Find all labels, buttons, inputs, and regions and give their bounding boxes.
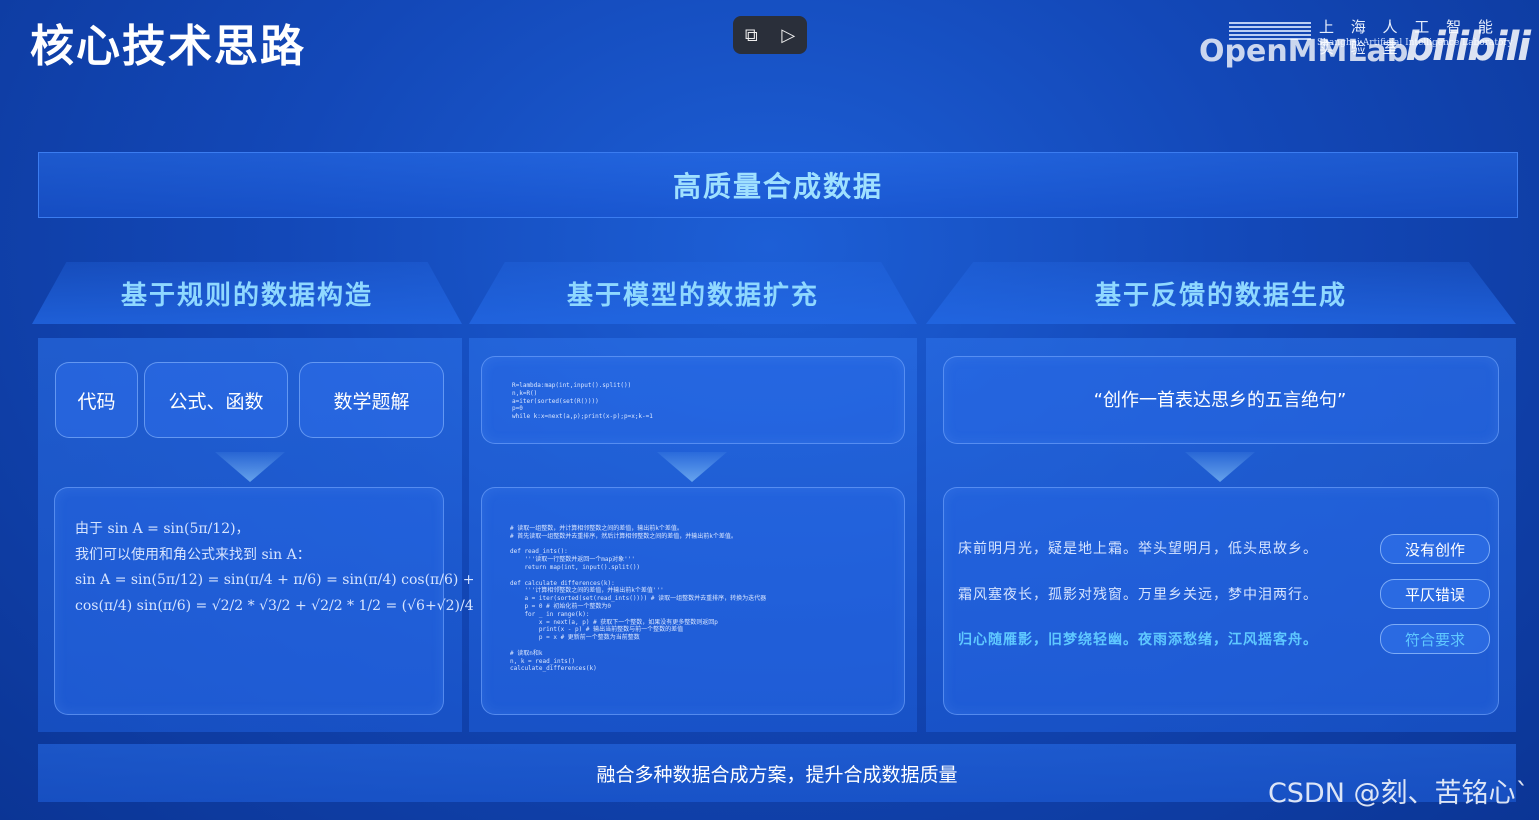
poem-line: 床前明月光，疑是地上霜。举头望明月，低头思故乡。: [958, 541, 1318, 557]
math-solution: 由于 sin A = sin(5π/12)， 我们可以使用和角公式来找到 sin…: [75, 521, 475, 614]
chip-formula: 公式、函数: [144, 362, 288, 438]
column-header-model: 基于模型的数据扩充: [469, 262, 917, 324]
ai-video-icon[interactable]: ▷: [781, 25, 795, 46]
brand-logos: 上 海 人 工 智 能 实 验 室 Shanghai Artificial In…: [1199, 16, 1531, 76]
code-original: R=lambda:map(int,input().split()) n,k=R(…: [512, 382, 653, 421]
poem-prompt: “创作一首表达思乡的五言绝句”: [1093, 390, 1347, 411]
chip-code: 代码: [55, 362, 138, 438]
column-header-rules: 基于规则的数据构造: [32, 262, 462, 324]
bilibili-logo: bilibili: [1405, 24, 1531, 70]
pip-icon[interactable]: ⧉: [745, 25, 758, 46]
poem-line: 归心随雁影，旧梦绕轻幽。夜雨添愁绪，江风摇客舟。: [958, 632, 1318, 648]
column-header-feedback: 基于反馈的数据生成: [926, 262, 1516, 324]
status-badge: 符合要求: [1380, 624, 1490, 654]
page-title: 核心技术思路: [30, 21, 306, 72]
watermark: CSDN @刻、苦铭心`: [1267, 778, 1529, 809]
banner-title: 高质量合成数据: [672, 170, 883, 203]
code-expanded: # 读取一组整数，并计算相邻整数之间的差值，输出前k个差值。 # 首先读取一组整…: [510, 525, 767, 673]
video-player-controls: ⧉ ▷: [733, 16, 807, 54]
poem-line: 霜风塞夜长，孤影对残窗。万里乡关远，梦中泪两行。: [958, 587, 1318, 603]
chip-math: 数学题解: [299, 362, 444, 438]
section-banner: 高质量合成数据: [38, 152, 1518, 218]
openmmlab-logo: OpenMMLab: [1199, 34, 1409, 69]
status-badge: 平仄错误: [1380, 579, 1490, 609]
status-badge: 没有创作: [1380, 534, 1490, 564]
